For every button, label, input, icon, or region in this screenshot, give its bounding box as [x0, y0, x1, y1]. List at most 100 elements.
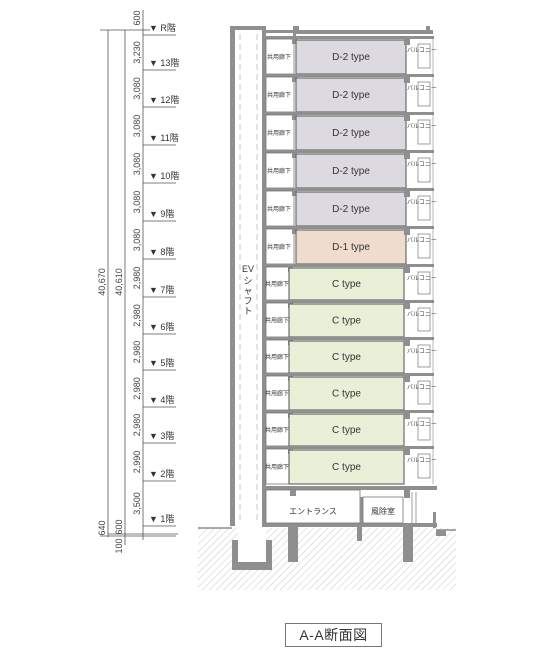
level-label: ▼ 4階	[149, 395, 174, 405]
ground-edge	[433, 512, 436, 528]
drawing-title: A-A断面図	[285, 623, 382, 647]
balcony-label: バルコニー	[407, 47, 437, 54]
beam	[404, 76, 410, 83]
balcony-label: バルコニー	[407, 237, 437, 244]
unit-label: C type	[332, 352, 361, 363]
balcony-label: バルコニー	[407, 123, 437, 130]
balcony-label: バルコニー	[407, 457, 437, 464]
level-label: ▼ 2階	[149, 469, 174, 479]
floor-height-dim: 3,230	[132, 41, 142, 64]
floor-height-dim: 3,080	[132, 191, 142, 214]
balcony-label: バルコニー	[407, 275, 437, 282]
corridor-label: 共用廊下	[265, 317, 289, 325]
balcony-label: バルコニー	[407, 199, 437, 206]
balcony-label: バルコニー	[407, 161, 437, 168]
roof-slab	[266, 30, 296, 33]
corridor-label: 共用廊下	[267, 205, 291, 213]
section-drawing: ▼ R階 3,230 ▼ 13階 3,080 ▼ 12階 3,080 ▼ 11階 3,080 ▼…	[97, 10, 456, 590]
ev-shaft-wall-left	[230, 26, 235, 526]
corridor-label: 共用廊下	[265, 463, 289, 471]
floor-height-dim: 3,080	[132, 115, 142, 138]
balcony-label: バルコニー	[407, 311, 437, 318]
beam	[404, 38, 410, 45]
beam	[404, 228, 410, 235]
foundation-pier	[288, 527, 298, 562]
beam	[404, 448, 410, 455]
level-label: ▼ 5階	[149, 358, 174, 368]
beam	[404, 302, 410, 309]
beam	[404, 412, 410, 419]
level-label: ▼ 12階	[149, 95, 179, 105]
base-inner-dim: 600	[114, 519, 124, 534]
beam	[404, 190, 410, 197]
base-inner-dim-2: 100	[114, 538, 124, 553]
ev-shaft-top	[230, 26, 266, 30]
unit-label: D-2 type	[332, 204, 370, 215]
roof-edge-right	[426, 26, 430, 34]
ev-pit-inner	[238, 526, 266, 562]
unit-label: D-2 type	[332, 90, 370, 101]
level-label: ▼ R階	[149, 23, 176, 33]
roof-slab	[296, 30, 433, 34]
parapet-dim: 600	[132, 10, 142, 25]
foundation-pier	[403, 527, 413, 562]
floor-height-dim: 2,980	[132, 341, 142, 364]
roof-edge	[296, 26, 299, 31]
floor-slab-1f	[262, 523, 437, 527]
unit-label: D-2 type	[332, 166, 370, 177]
foundation-pier	[357, 527, 362, 541]
beam	[404, 490, 410, 498]
corridor-label: 共用廊下	[267, 53, 291, 61]
beam	[404, 114, 410, 121]
floor-height-dim: 3,080	[132, 77, 142, 100]
level-label: ▼ 11階	[149, 133, 179, 143]
balcony-label: バルコニー	[407, 348, 437, 355]
corridor-label: 共用廊下	[267, 243, 291, 251]
level-label: ▼ 13階	[149, 58, 179, 68]
corridor-label: 共用廊下	[265, 426, 289, 434]
floor-height-dim: 2,980	[132, 304, 142, 327]
balcony-label: バルコニー	[407, 85, 437, 92]
ev-shaft-wall-right	[262, 26, 266, 526]
balcony-label: バルコニー	[407, 384, 437, 391]
foundation-step	[436, 530, 446, 536]
corridor-label: 共用廊下	[267, 129, 291, 137]
entrance-label: エントランス	[289, 507, 337, 516]
base-dim: 640	[97, 520, 107, 535]
floor-height-dim: 3,500	[132, 492, 142, 515]
beam	[404, 152, 410, 159]
floor-height-dim: 2,980	[132, 377, 142, 400]
windbreak-label: 風除室	[371, 506, 395, 516]
level-label: ▼ 10階	[149, 171, 179, 181]
overall-height-dim: 40,670	[97, 268, 107, 296]
corridor-label: 共用廊下	[265, 353, 289, 361]
beam	[404, 375, 410, 382]
building-section	[230, 26, 446, 570]
unit-label: C type	[332, 462, 361, 473]
floor-height-dim: 3,080	[132, 229, 142, 252]
corridor-label: 共用廊下	[267, 167, 291, 175]
structure-height-dim: 40,610	[114, 268, 124, 296]
ev-label: EV	[242, 264, 254, 274]
unit-label: C type	[332, 316, 361, 327]
unit-label: D-1 type	[332, 242, 370, 253]
level-label: ▼ 7階	[149, 285, 174, 295]
unit-label: D-2 type	[332, 128, 370, 139]
ev-label-char: ャ	[243, 286, 252, 296]
level-label: ▼ 8階	[149, 247, 174, 257]
balcony-label: バルコニー	[407, 421, 437, 428]
unit-label: C type	[332, 279, 361, 290]
beam	[404, 339, 410, 346]
floor-height-dim: 2,980	[132, 414, 142, 437]
ev-label-char: シ	[243, 276, 252, 286]
floor-slab-2f	[262, 486, 437, 490]
beam	[290, 490, 296, 496]
entrance-wall	[360, 497, 363, 523]
ev-label-char: フ	[243, 296, 252, 306]
floor-height-dim: 2,980	[132, 267, 142, 290]
beam	[404, 266, 410, 273]
corridor-label: 共用廊下	[265, 280, 289, 288]
level-label: ▼ 9階	[149, 209, 174, 219]
unit-label: C type	[332, 425, 361, 436]
level-label: ▼ 6階	[149, 322, 174, 332]
